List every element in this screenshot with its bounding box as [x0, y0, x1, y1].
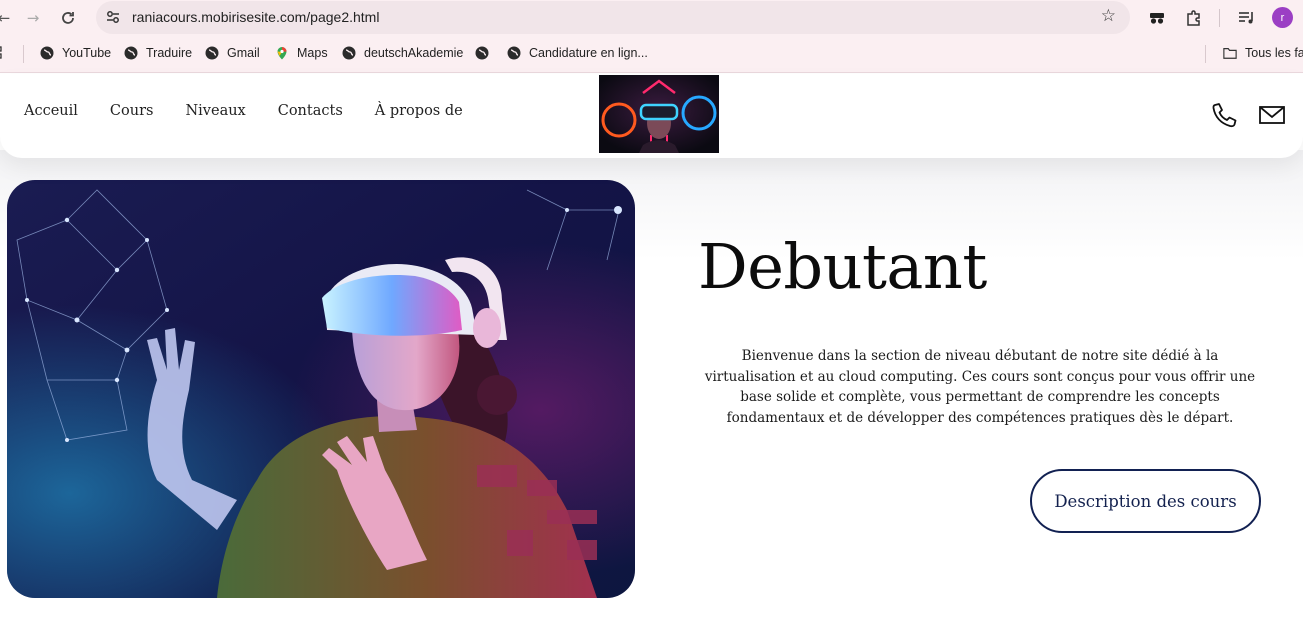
globe-icon	[507, 46, 521, 60]
nav-item-acceuil[interactable]: Acceuil	[24, 103, 78, 119]
bookmark-label: Maps	[297, 46, 328, 60]
hero-title: Debutant	[698, 230, 987, 303]
nav-item-niveaux[interactable]: Niveaux	[185, 103, 245, 119]
forward-arrow-icon[interactable]: →	[23, 8, 43, 28]
globe-icon	[124, 46, 138, 60]
globe-icon	[40, 46, 54, 60]
browser-toolbar: ← → raniacours.mobirisesite.com/page2.ht…	[0, 0, 1303, 36]
bookmark-label: Gmail	[227, 46, 260, 60]
bookmark-maps[interactable]: Maps	[275, 46, 328, 60]
back-arrow-icon[interactable]: ←	[0, 8, 14, 28]
mail-icon[interactable]	[1258, 102, 1286, 128]
extensions-icon[interactable]	[1183, 7, 1205, 29]
site-logo[interactable]	[599, 75, 719, 153]
bookmark-label: YouTube	[62, 46, 112, 60]
nav-item-cours[interactable]: Cours	[110, 103, 154, 119]
bookmark-deutschakademie[interactable]: deutschAkademie	[342, 46, 463, 60]
nav-item-a-propos[interactable]: À propos de	[375, 103, 463, 119]
globe-icon	[475, 46, 489, 60]
main-nav: Acceuil Cours Niveaux Contacts À propos …	[24, 103, 495, 119]
bookmark-gmail[interactable]: Gmail	[205, 46, 260, 60]
course-description-button[interactable]: Description des cours	[1030, 469, 1261, 533]
bookmarks-bar: YouTube Traduire Gmail Maps deutschAkade…	[0, 36, 1303, 73]
media-playlist-icon[interactable]	[1236, 7, 1258, 29]
incognito-icon[interactable]	[1146, 7, 1168, 29]
reload-icon[interactable]	[58, 8, 78, 28]
nav-item-contacts[interactable]: Contacts	[278, 103, 343, 119]
toolbar-divider	[1219, 9, 1220, 27]
profile-avatar[interactable]: r	[1272, 7, 1293, 28]
maps-pin-icon	[277, 47, 287, 60]
bookmark-candidature[interactable]: Candidature en lign...	[507, 46, 648, 60]
all-bookmarks-label: Tous les fa	[1245, 46, 1303, 60]
bookmark-unnamed[interactable]	[475, 46, 497, 60]
url-text[interactable]: raniacours.mobirisesite.com/page2.html	[132, 9, 379, 25]
bookmarks-divider	[23, 45, 24, 63]
globe-icon	[342, 46, 356, 60]
bookmark-label: deutschAkademie	[364, 46, 464, 60]
site-header: Acceuil Cours Niveaux Contacts À propos …	[0, 74, 1303, 158]
phone-icon[interactable]	[1210, 102, 1238, 128]
bookmarks-divider	[1205, 45, 1206, 63]
globe-icon	[205, 46, 219, 60]
apps-grid-icon[interactable]	[0, 46, 6, 60]
all-bookmarks-folder[interactable]: Tous les fa	[1223, 46, 1303, 60]
bookmark-label: Candidature en lign...	[529, 46, 648, 60]
folder-icon	[1223, 48, 1237, 59]
address-bar[interactable]: raniacours.mobirisesite.com/page2.html ☆	[96, 1, 1130, 34]
bookmark-star-icon[interactable]: ☆	[1101, 6, 1116, 26]
bookmark-youtube[interactable]: YouTube	[40, 46, 111, 60]
bookmark-traduire[interactable]: Traduire	[124, 46, 192, 60]
hero-image	[7, 180, 635, 598]
bookmark-label: Traduire	[146, 46, 193, 60]
site-settings-icon[interactable]	[104, 8, 122, 26]
hero-description: Bienvenue dans la section de niveau débu…	[704, 348, 1256, 426]
